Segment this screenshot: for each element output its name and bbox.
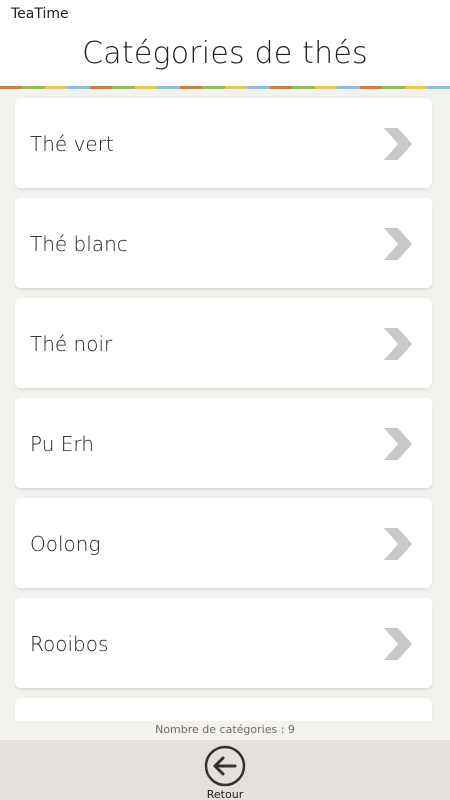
category-label: Pu Erh (30, 432, 94, 456)
category-item-the-noir[interactable]: Thé noir (15, 298, 432, 388)
bottom-app-bar: Retour (0, 740, 450, 800)
back-button[interactable]: Retour (202, 745, 248, 800)
category-label: Thé blanc (30, 232, 128, 256)
category-list[interactable]: Thé vert Thé blanc Thé noir Pu Erh Oolon… (0, 89, 450, 721)
page-title: Catégories de thés (82, 36, 368, 71)
chevron-right-icon (384, 428, 412, 460)
arrow-left-icon (204, 745, 246, 787)
app-title: TeaTime (11, 6, 69, 22)
category-count: Nombre de catégories : 9 (155, 723, 295, 736)
chevron-right-icon (384, 328, 412, 360)
category-label: Thé vert (30, 132, 114, 156)
category-label: Thé noir (30, 332, 113, 356)
tea-categories-screen: TeaTime Catégories de thés Thé vert Thé … (0, 0, 450, 800)
category-label: Rooibos (30, 632, 109, 656)
category-label: Oolong (30, 532, 101, 556)
chevron-right-icon (384, 228, 412, 260)
chevron-right-icon (384, 528, 412, 560)
category-item-the-vert[interactable]: Thé vert (15, 98, 432, 188)
header: TeaTime Catégories de thés (0, 0, 450, 86)
back-label: Retour (206, 788, 244, 800)
category-item-the-blanc[interactable]: Thé blanc (15, 198, 432, 288)
category-item-pu-erh[interactable]: Pu Erh (15, 398, 432, 488)
category-item-partial[interactable] (15, 698, 432, 721)
category-item-rooibos[interactable]: Rooibos (15, 598, 432, 688)
chevron-right-icon (384, 628, 412, 660)
category-item-oolong[interactable]: Oolong (15, 498, 432, 588)
chevron-right-icon (384, 128, 412, 160)
